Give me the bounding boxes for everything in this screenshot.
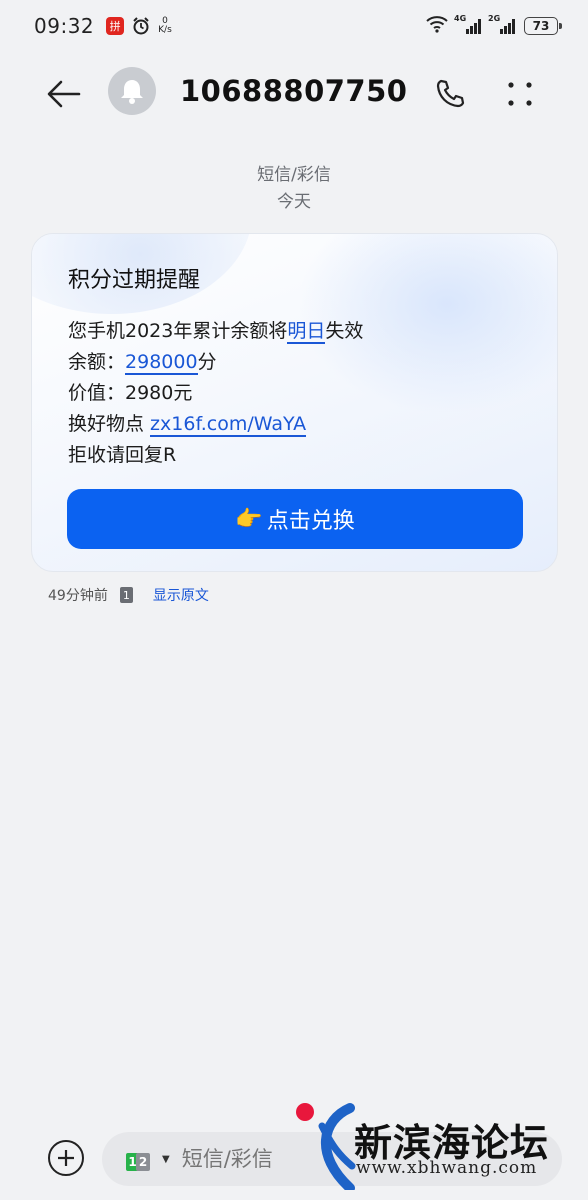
battery-icon: 73 bbox=[524, 17, 562, 35]
conversation-header: 10688807750... bbox=[0, 58, 588, 128]
line4-prefix: 换好物点 bbox=[68, 413, 151, 435]
more-dots-icon bbox=[508, 82, 532, 106]
signal-4g-icon: 4G bbox=[454, 14, 482, 34]
message-line-2: 余额：298000分 bbox=[68, 347, 363, 378]
show-original-link[interactable]: 显示原文 bbox=[153, 585, 209, 605]
status-left-icons: 拼 0 K/s bbox=[106, 16, 172, 36]
line1-suffix: 失效 bbox=[325, 320, 364, 342]
avatar[interactable] bbox=[108, 67, 156, 115]
line2-prefix: 余额： bbox=[68, 351, 126, 373]
back-arrow-icon bbox=[47, 80, 81, 108]
message-input-container[interactable]: 1 2 ▼ bbox=[102, 1132, 562, 1186]
composer-bar: 1 2 ▼ bbox=[0, 1118, 588, 1200]
phone-icon bbox=[436, 79, 465, 108]
redeem-button-label: 点击兑换 bbox=[266, 509, 355, 534]
line2-suffix: 分 bbox=[197, 351, 217, 373]
back-button[interactable] bbox=[44, 74, 84, 114]
signal-2g-icon: 2G bbox=[488, 14, 516, 34]
call-button[interactable] bbox=[430, 74, 470, 114]
url-link[interactable]: zx16f.com/WaYA bbox=[150, 413, 307, 437]
bell-icon bbox=[121, 80, 143, 104]
sim-dropdown-caret-icon[interactable]: ▼ bbox=[162, 1154, 170, 1165]
line1-prefix: 您手机2023年累计余额将 bbox=[68, 320, 288, 342]
message-line-5: 拒收请回复R bbox=[68, 444, 177, 466]
date-separator: 今天 bbox=[277, 192, 311, 212]
status-right-icons: 4G 2G 73 bbox=[426, 0, 562, 52]
message-type-label: 短信/彩信 bbox=[257, 165, 331, 185]
message-line-1: 您手机2023年累计余额将明日失效 bbox=[68, 316, 363, 347]
card-title: 积分过期提醒 bbox=[68, 268, 201, 293]
alarm-clock-icon bbox=[131, 16, 151, 36]
sim2-icon: 2 bbox=[136, 1153, 150, 1171]
contact-number: 10688807750... bbox=[180, 74, 410, 108]
message-card[interactable]: 积分过期提醒 您手机2023年累计余额将明日失效 余额：298000分 价值：2… bbox=[31, 233, 558, 572]
message-input[interactable] bbox=[181, 1147, 322, 1171]
pointing-hand-icon: 👉 bbox=[235, 506, 263, 532]
points-number-link[interactable]: 298000 bbox=[125, 351, 198, 375]
message-footer: 49分钟前 1 显示原文 bbox=[48, 585, 209, 605]
wifi-icon bbox=[426, 15, 448, 37]
signal1-tag: 4G bbox=[454, 14, 467, 23]
status-time: 09:32 bbox=[34, 14, 95, 38]
signal2-tag: 2G bbox=[488, 14, 501, 23]
sim-switch-button[interactable]: 1 2 bbox=[126, 1147, 150, 1171]
network-speed-unit: K/s bbox=[158, 25, 172, 35]
message-line-4: 换好物点 zx16f.com/WaYA bbox=[68, 409, 363, 440]
message-time: 49分钟前 bbox=[48, 588, 108, 604]
message-line-3: 价值：2980元 bbox=[68, 382, 193, 404]
redeem-button[interactable]: 👉 点击兑换 bbox=[67, 489, 523, 549]
date-link[interactable]: 明日 bbox=[287, 320, 326, 344]
card-body: 您手机2023年累计余额将明日失效 余额：298000分 价值：2980元 换好… bbox=[68, 316, 363, 471]
more-options-button[interactable] bbox=[500, 74, 540, 114]
plus-icon bbox=[58, 1150, 74, 1166]
network-speed: 0 K/s bbox=[158, 17, 172, 35]
sim-slot-badge: 1 bbox=[119, 587, 133, 603]
status-bar: 09:32 拼 0 K/s 4G 2G 73 bbox=[0, 0, 588, 52]
app-notification-icon: 拼 bbox=[106, 17, 125, 35]
add-attachment-button[interactable] bbox=[48, 1140, 84, 1176]
